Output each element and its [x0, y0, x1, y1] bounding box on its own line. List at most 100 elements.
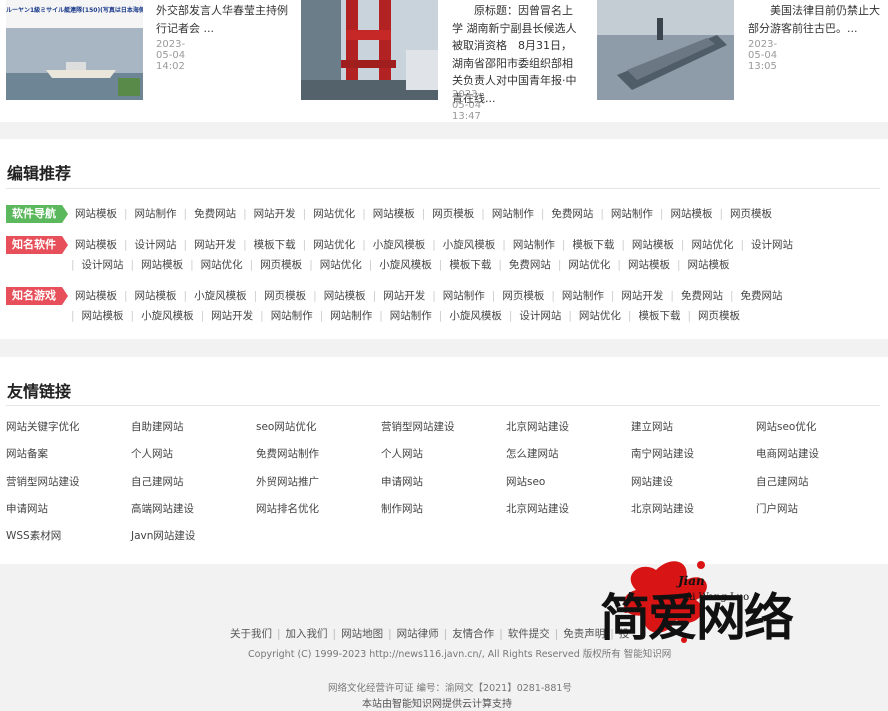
news-title[interactable]: 外交部发言人华春莹主持例行记者会 ... — [156, 2, 292, 37]
news-thumb-1[interactable] — [6, 0, 143, 100]
editor-link[interactable]: 设计网站 — [751, 235, 793, 255]
friend-link[interactable]: 门户网站 — [756, 501, 798, 516]
editor-link[interactable]: 网站制作 — [611, 204, 653, 224]
friend-link[interactable]: seo网站优化 — [256, 419, 316, 434]
editor-link[interactable]: 网站模板 — [373, 204, 415, 224]
friend-link[interactable]: 免费网站制作 — [256, 446, 319, 461]
friend-link[interactable]: Javn网站建设 — [131, 528, 195, 543]
editor-link[interactable]: 模板下载 — [638, 306, 680, 326]
friend-link[interactable]: 自己建网站 — [131, 474, 184, 489]
editor-link[interactable]: 网站制作 — [562, 286, 604, 306]
editor-link[interactable]: 网站制作 — [492, 204, 534, 224]
editor-link[interactable]: 网站开发 — [621, 286, 663, 306]
friend-link[interactable]: 北京网站建设 — [506, 501, 569, 516]
editor-link[interactable]: 设计网站 — [135, 235, 177, 255]
friend-link[interactable]: 自己建网站 — [756, 474, 809, 489]
editor-link[interactable]: 网站优化 — [579, 306, 621, 326]
editor-link[interactable]: 模板下载 — [449, 255, 491, 275]
friend-link[interactable]: 高端网站建设 — [131, 501, 194, 516]
editor-link[interactable]: 免费网站 — [741, 286, 783, 306]
editor-link[interactable]: 网站开发 — [194, 235, 236, 255]
editor-link[interactable]: 网站模板 — [632, 235, 674, 255]
editor-link[interactable]: 模板下载 — [254, 235, 296, 255]
editor-link[interactable]: 网页模板 — [260, 255, 302, 275]
editor-link[interactable]: 设计网站 — [82, 255, 124, 275]
editor-link[interactable]: 网站开发 — [383, 286, 425, 306]
editor-link[interactable]: 免费网站 — [681, 286, 723, 306]
editor-link[interactable]: 网站制作 — [513, 235, 555, 255]
footer-link[interactable]: 网站律师 — [397, 628, 439, 640]
editor-link[interactable]: 设计网站 — [519, 306, 561, 326]
editor-link[interactable]: 网站优化 — [313, 204, 355, 224]
editor-link[interactable]: 网站模板 — [141, 255, 183, 275]
editor-link[interactable]: 网页模板 — [730, 204, 772, 224]
footer-link[interactable]: 关于我们 — [230, 628, 272, 640]
friend-link[interactable]: 网站排名优化 — [256, 501, 319, 516]
news-title[interactable]: 美国法律目前仍禁止大部分游客前往古巴。... — [748, 2, 882, 37]
footer-link[interactable]: 网站地图 — [341, 628, 383, 640]
friend-link[interactable]: WSS素材网 — [6, 528, 61, 543]
editor-link[interactable]: 网站模板 — [75, 286, 117, 306]
editor-link[interactable]: 网站开发 — [211, 306, 253, 326]
friend-link[interactable]: 申请网站 — [6, 501, 48, 516]
editor-link[interactable]: 网站优化 — [320, 255, 362, 275]
friend-link[interactable]: 营销型网站建设 — [6, 474, 80, 489]
friend-link[interactable]: 制作网站 — [381, 501, 423, 516]
separator: | — [243, 208, 247, 220]
friend-link[interactable]: 网站建设 — [631, 474, 673, 489]
editor-link[interactable]: 网页模板 — [432, 204, 474, 224]
friend-link[interactable]: 网站seo — [506, 474, 545, 489]
editor-link[interactable]: 网站优化 — [201, 255, 243, 275]
editor-link[interactable]: 网站模板 — [324, 286, 366, 306]
editor-link[interactable]: 网站模板 — [75, 235, 117, 255]
editor-link[interactable]: 网站优化 — [691, 235, 733, 255]
footer-link[interactable]: 加入我们 — [286, 628, 328, 640]
editor-link[interactable]: 网页模板 — [264, 286, 306, 306]
editor-link[interactable]: 网站开发 — [254, 204, 296, 224]
friend-link[interactable]: 网站备案 — [6, 446, 48, 461]
editor-link[interactable]: 网站模板 — [628, 255, 670, 275]
editor-link[interactable]: 小旋风模板 — [443, 235, 496, 255]
editor-link[interactable]: 网页模板 — [698, 306, 740, 326]
editor-link[interactable]: 免费网站 — [551, 204, 593, 224]
editor-link[interactable]: 模板下载 — [572, 235, 614, 255]
editor-link[interactable]: 网站制作 — [443, 286, 485, 306]
editor-link[interactable]: 网站优化 — [568, 255, 610, 275]
editor-link[interactable]: 网站模板 — [135, 286, 177, 306]
editor-link[interactable]: 小旋风模板 — [194, 286, 247, 306]
friend-link[interactable]: 外贸网站推广 — [256, 474, 319, 489]
editor-link[interactable]: 小旋风模板 — [379, 255, 432, 275]
editor-link[interactable]: 网站模板 — [688, 255, 730, 275]
news-thumb-3[interactable] — [597, 0, 734, 100]
editor-link[interactable]: 网站制作 — [390, 306, 432, 326]
friend-link[interactable]: 北京网站建设 — [631, 501, 694, 516]
friend-link[interactable]: 申请网站 — [381, 474, 423, 489]
footer-link[interactable]: 软件提交 — [508, 628, 550, 640]
editor-link[interactable]: 网站制作 — [330, 306, 372, 326]
friend-link[interactable]: 建立网站 — [631, 419, 673, 434]
editor-link[interactable]: 免费网站 — [509, 255, 551, 275]
editor-link[interactable]: 小旋风模板 — [373, 235, 426, 255]
news-thumb-2[interactable] — [301, 0, 438, 100]
friend-link[interactable]: 网站关键字优化 — [6, 419, 80, 434]
editor-link[interactable]: 小旋风模板 — [449, 306, 502, 326]
friend-link[interactable]: 怎么建网站 — [506, 446, 559, 461]
friend-link[interactable]: 南宁网站建设 — [631, 446, 694, 461]
editor-link[interactable]: 网站模板 — [75, 204, 117, 224]
friend-link[interactable]: 营销型网站建设 — [381, 419, 455, 434]
editor-link[interactable]: 小旋风模板 — [141, 306, 194, 326]
editor-link[interactable]: 网页模板 — [502, 286, 544, 306]
editor-link[interactable]: 免费网站 — [194, 204, 236, 224]
friend-link[interactable]: 自助建网站 — [131, 419, 184, 434]
editor-link[interactable]: 网站制作 — [271, 306, 313, 326]
friend-link[interactable]: 网站seo优化 — [756, 419, 816, 434]
friend-link[interactable]: 个人网站 — [381, 446, 423, 461]
friend-link[interactable]: 个人网站 — [131, 446, 173, 461]
editor-link[interactable]: 网站模板 — [82, 306, 124, 326]
editor-link[interactable]: 网站制作 — [135, 204, 177, 224]
friend-link[interactable]: 电商网站建设 — [756, 446, 819, 461]
footer-link[interactable]: 友情合作 — [452, 628, 494, 640]
editor-link[interactable]: 网站优化 — [313, 235, 355, 255]
friend-link[interactable]: 北京网站建设 — [506, 419, 569, 434]
editor-link[interactable]: 网站模板 — [670, 204, 712, 224]
